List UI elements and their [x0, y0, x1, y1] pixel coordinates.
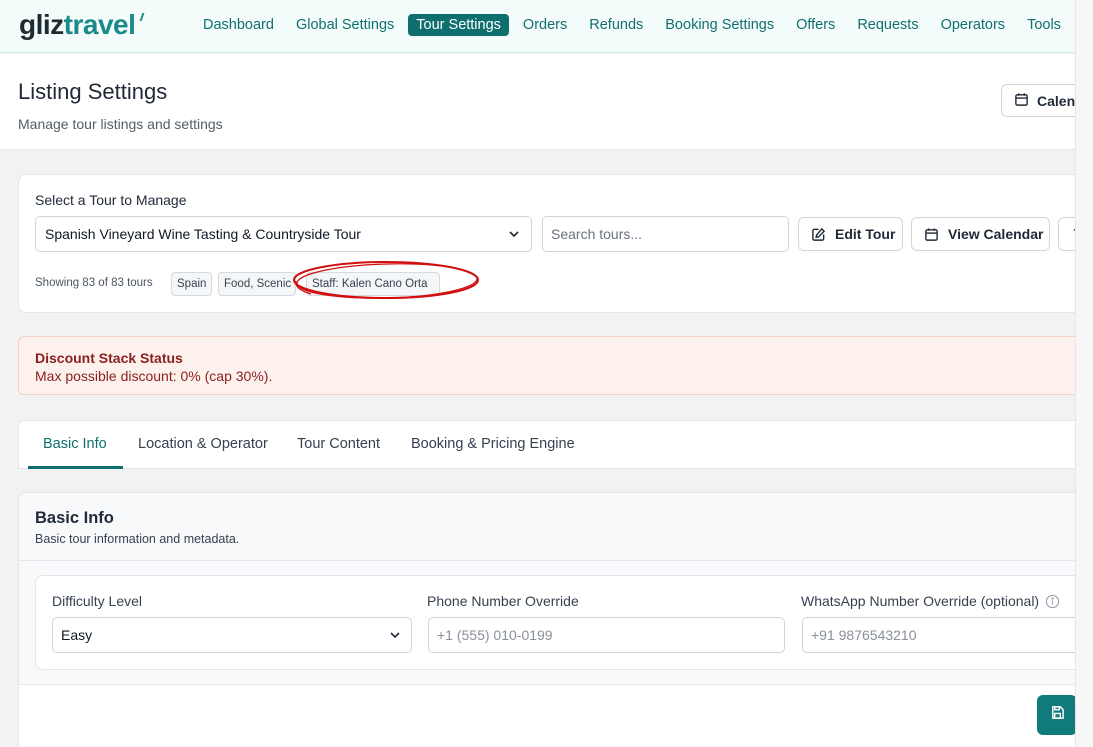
nav-item-operators[interactable]: Operators — [933, 14, 1013, 36]
chevron-down-icon — [507, 227, 521, 244]
nav-item-tools[interactable]: Tools — [1019, 14, 1069, 36]
page-subtitle: Manage tour listings and settings — [18, 116, 223, 132]
nav-item-tour-settings[interactable]: Tour Settings — [408, 14, 509, 36]
section-description: Basic tour information and metadata. — [35, 532, 240, 546]
discount-alert-body: Max possible discount: 0% (cap 30%). — [35, 368, 273, 384]
country-chip: Spain — [171, 272, 212, 296]
nav-item-booking-settings[interactable]: Booking Settings — [657, 14, 782, 36]
nav-item-requests[interactable]: Requests — [849, 14, 926, 36]
calendar-icon — [1014, 92, 1029, 110]
section-divider — [19, 560, 1087, 561]
basic-info-section: Basic Info Basic tour information and me… — [18, 492, 1093, 747]
scrollbar[interactable] — [1075, 0, 1093, 747]
tour-search-input[interactable] — [542, 216, 789, 252]
page-header: Listing Settings Manage tour listings an… — [0, 54, 1091, 150]
nav-item-refunds[interactable]: Refunds — [581, 14, 651, 36]
top-nav: gliztravel Dashboard Global Settings Tou… — [0, 0, 1075, 53]
category-chip: Food, Scenic — [218, 272, 296, 296]
view-calendar-label: View Calendar — [948, 226, 1044, 242]
nav-menu: Dashboard Global Settings Tour Settings … — [195, 14, 1075, 36]
staff-chip: Staff: Kalen Cano Orta — [306, 272, 440, 296]
section-title: Basic Info — [35, 509, 114, 527]
tab-booking-pricing-engine[interactable]: Booking & Pricing Engine — [411, 436, 575, 452]
logo-text-travel: travel — [63, 9, 136, 40]
edit-tour-button[interactable]: Edit Tour — [798, 217, 903, 251]
difficulty-label: Difficulty Level — [52, 593, 143, 609]
edit-icon — [811, 227, 826, 242]
difficulty-select[interactable]: Easy — [52, 617, 412, 653]
nav-item-global-settings[interactable]: Global Settings — [288, 14, 402, 36]
tab-location-operator[interactable]: Location & Operator — [138, 436, 268, 452]
page-title: Listing Settings — [18, 79, 168, 104]
phone-override-input[interactable] — [428, 617, 785, 653]
nav-item-orders[interactable]: Orders — [515, 14, 575, 36]
difficulty-value: Easy — [61, 627, 93, 643]
save-button[interactable] — [1037, 695, 1077, 735]
basic-info-fields: Difficulty Level Easy Phone Number Overr… — [35, 575, 1093, 670]
whatsapp-label-text: WhatsApp Number Override (optional) — [801, 593, 1040, 609]
tour-select-dropdown[interactable]: Spanish Vineyard Wine Tasting & Countrys… — [35, 216, 532, 252]
active-tab-indicator — [28, 466, 123, 469]
nav-item-dashboard[interactable]: Dashboard — [195, 14, 282, 36]
edit-tour-label: Edit Tour — [835, 226, 896, 242]
view-calendar-button[interactable]: View Calendar — [911, 217, 1050, 251]
phone-override-label: Phone Number Override — [427, 593, 579, 609]
nav-item-offers[interactable]: Offers — [788, 14, 843, 36]
whatsapp-override-label: WhatsApp Number Override (optional) — [801, 593, 1060, 609]
brand-logo[interactable]: gliztravel — [19, 9, 145, 41]
settings-tabs: Basic Info Location & Operator Tour Cont… — [18, 420, 1088, 469]
discount-status-alert: Discount Stack Status Max possible disco… — [18, 336, 1088, 395]
logo-mark-icon — [135, 13, 145, 21]
tour-select-label: Select a Tour to Manage — [35, 192, 187, 208]
logo-text-gliz: gliz — [19, 9, 64, 40]
discount-alert-title: Discount Stack Status — [35, 350, 183, 366]
tour-count-text: Showing 83 of 83 tours — [35, 277, 153, 289]
info-icon[interactable] — [1045, 594, 1060, 609]
save-icon — [1050, 705, 1065, 725]
whatsapp-override-input[interactable] — [802, 617, 1092, 653]
tour-select-value: Spanish Vineyard Wine Tasting & Countrys… — [45, 226, 361, 242]
tab-tour-content[interactable]: Tour Content — [297, 436, 380, 452]
next-panel — [19, 684, 1087, 747]
chevron-down-icon — [388, 628, 402, 645]
tour-selector-card: Select a Tour to Manage Spanish Vineyard… — [18, 174, 1093, 313]
calendar-icon — [924, 227, 939, 242]
tab-basic-info[interactable]: Basic Info — [43, 436, 107, 452]
